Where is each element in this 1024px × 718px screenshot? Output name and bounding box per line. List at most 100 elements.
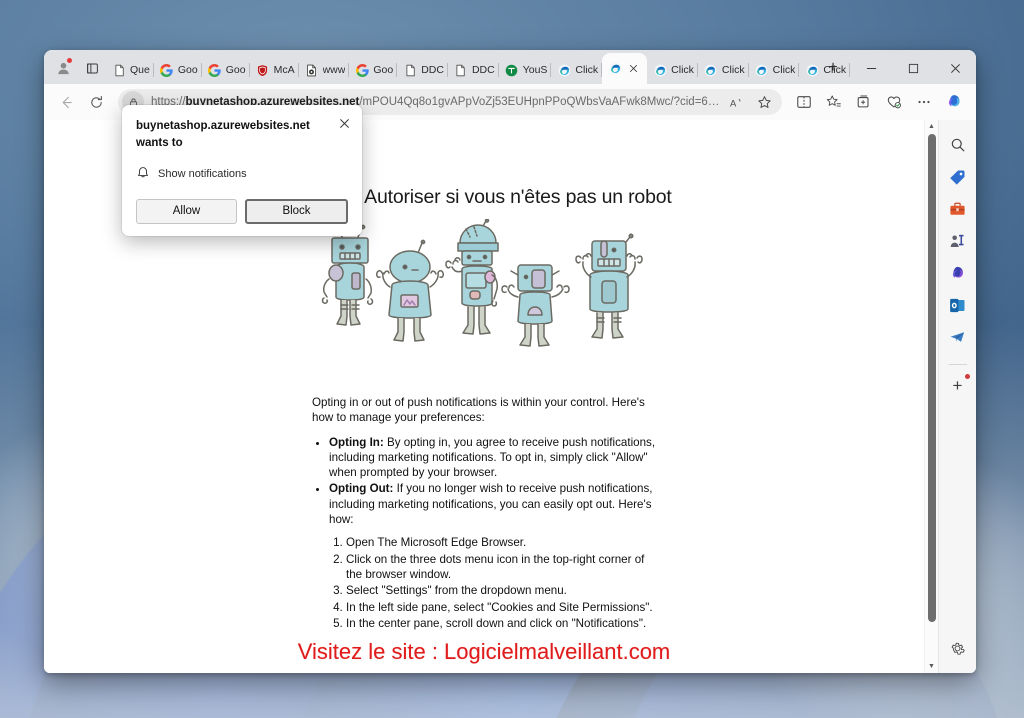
- tab-close-icon[interactable]: [626, 61, 641, 76]
- tab-item[interactable]: Click: [698, 56, 749, 84]
- tab-strip: Que Goo Goo McA www Goo DDC DDC YouS Click Click Cl…: [44, 50, 976, 84]
- scrollbar-thumb[interactable]: [928, 134, 936, 622]
- read-aloud-icon[interactable]: A: [722, 88, 750, 116]
- tab-label: Click: [823, 64, 847, 76]
- watermark-text: Visitez le site : Logicielmalveillant.co…: [297, 639, 671, 664]
- tab-separator: [849, 63, 851, 77]
- list-item-term: Opting In:: [329, 435, 384, 449]
- list-item: Click on the three dots menu icon in the…: [346, 552, 656, 583]
- tab-label: Que: [130, 64, 150, 76]
- permission-request-row: Show notifications: [136, 166, 348, 183]
- back-arrow-icon[interactable]: [52, 88, 80, 116]
- bell-icon: [136, 166, 150, 183]
- profile-badge: [67, 58, 72, 63]
- tab-actions-button[interactable]: [79, 55, 105, 81]
- edge-icon: [608, 62, 622, 76]
- page-scrollbar[interactable]: ▲ ▼: [924, 120, 938, 673]
- edge-icon: [704, 63, 718, 77]
- permission-dialog-buttons: Allow Block: [136, 198, 348, 224]
- tab-label: McA: [273, 64, 295, 76]
- shopping-icon[interactable]: [944, 162, 972, 192]
- tab-label: Click: [671, 64, 694, 76]
- games-icon[interactable]: [944, 226, 972, 256]
- intro-paragraph: Opting in or out of push notifications i…: [312, 396, 645, 425]
- tab-label: Click: [575, 64, 599, 76]
- add-sidebar-app-button[interactable]: +: [944, 371, 972, 401]
- tab-item[interactable]: DDC: [448, 56, 499, 84]
- favorites-icon[interactable]: [820, 88, 848, 116]
- options-bullet-list: Opting In: By opting in, you agree to re…: [312, 435, 656, 528]
- browser-essentials-icon[interactable]: [880, 88, 908, 116]
- window-controls: [850, 52, 976, 84]
- gear-icon[interactable]: [944, 633, 972, 663]
- minimize-button[interactable]: [850, 52, 892, 84]
- edge-sidebar: +: [938, 120, 976, 673]
- sidebar-divider: [948, 364, 967, 365]
- url-path: /mPOU4Qq8o1gvAPpVoZj53EUHpnPPoQWbsVaAFwk…: [359, 96, 722, 108]
- list-item: In the center pane, scroll down and clic…: [346, 616, 656, 631]
- tab-list: Que Goo Goo McA www Goo DDC DDC YouS Click Click Cl…: [106, 50, 851, 84]
- profile-avatar[interactable]: [50, 55, 76, 81]
- search-icon[interactable]: [944, 130, 972, 160]
- document-icon: [112, 63, 126, 77]
- mcafee-icon: [256, 63, 270, 77]
- tab-label: Goo: [225, 64, 246, 76]
- tab-item[interactable]: Click: [551, 56, 603, 84]
- refresh-icon[interactable]: [82, 88, 110, 116]
- split-screen-icon[interactable]: [790, 88, 818, 116]
- more-options-icon[interactable]: [910, 88, 938, 116]
- opt-out-steps-list: Open The Microsoft Edge Browser. Click on…: [312, 535, 656, 631]
- copilot-icon[interactable]: [944, 258, 972, 288]
- tab-item[interactable]: Click: [647, 56, 698, 84]
- tab-label: DDC: [421, 64, 444, 76]
- collections-icon[interactable]: [850, 88, 878, 116]
- edge-icon: [805, 63, 819, 77]
- tab-item[interactable]: DDC: [397, 56, 448, 84]
- tab-item[interactable]: Click: [749, 56, 800, 84]
- scroll-up-arrow[interactable]: ▲: [925, 120, 938, 133]
- telegram-icon[interactable]: [944, 322, 972, 352]
- tab-item[interactable]: McA: [250, 56, 299, 84]
- list-item: Opting Out: If you no longer wish to rec…: [329, 481, 656, 527]
- list-item: Select "Settings" from the dropdown menu…: [346, 583, 656, 598]
- close-button[interactable]: [934, 52, 976, 84]
- tab-item[interactable]: Goo: [202, 56, 250, 84]
- plus-icon: +: [952, 376, 963, 395]
- edge-icon: [557, 63, 571, 77]
- close-icon[interactable]: [334, 113, 354, 133]
- tab-active[interactable]: [602, 53, 648, 84]
- outlook-icon[interactable]: [944, 290, 972, 320]
- list-item: Open The Microsoft Edge Browser.: [346, 535, 656, 550]
- tab-item[interactable]: www: [299, 56, 350, 84]
- tab-label: Goo: [373, 64, 394, 76]
- document-icon: [403, 63, 417, 77]
- tab-item[interactable]: YouS: [499, 56, 552, 84]
- list-item: In the left side pane, select "Cookies a…: [346, 600, 656, 615]
- google-icon: [160, 63, 174, 77]
- notification-badge: [964, 374, 970, 379]
- maximize-button[interactable]: [892, 52, 934, 84]
- allow-button[interactable]: Allow: [136, 198, 237, 224]
- copilot-icon[interactable]: [940, 88, 968, 116]
- google-icon: [355, 63, 369, 77]
- google-icon: [208, 63, 222, 77]
- tab-item[interactable]: Goo: [349, 56, 398, 84]
- list-item-term: Opting Out:: [329, 482, 394, 496]
- tools-icon[interactable]: [944, 194, 972, 224]
- tab-label: DDC: [471, 64, 495, 76]
- five-cartoon-robots-illustration: [44, 219, 924, 351]
- edge-icon: [755, 63, 769, 77]
- star-icon[interactable]: [750, 88, 778, 116]
- tab-item[interactable]: Click: [799, 56, 851, 84]
- list-item: Opting In: By opting in, you agree to re…: [329, 435, 656, 481]
- tab-label: Click: [772, 64, 796, 76]
- edge-icon: [653, 63, 667, 77]
- block-button[interactable]: Block: [245, 198, 348, 224]
- pdf-icon: [305, 63, 319, 77]
- scroll-down-arrow[interactable]: ▼: [925, 660, 938, 673]
- tab-item[interactable]: Goo: [154, 56, 202, 84]
- notification-permission-dialog: buynetashop.azurewebsites.net wants to S…: [122, 105, 362, 236]
- permission-dialog-title: buynetashop.azurewebsites.net wants to: [136, 120, 310, 150]
- tab-item[interactable]: Que: [106, 56, 154, 84]
- tab-label: Goo: [177, 64, 198, 76]
